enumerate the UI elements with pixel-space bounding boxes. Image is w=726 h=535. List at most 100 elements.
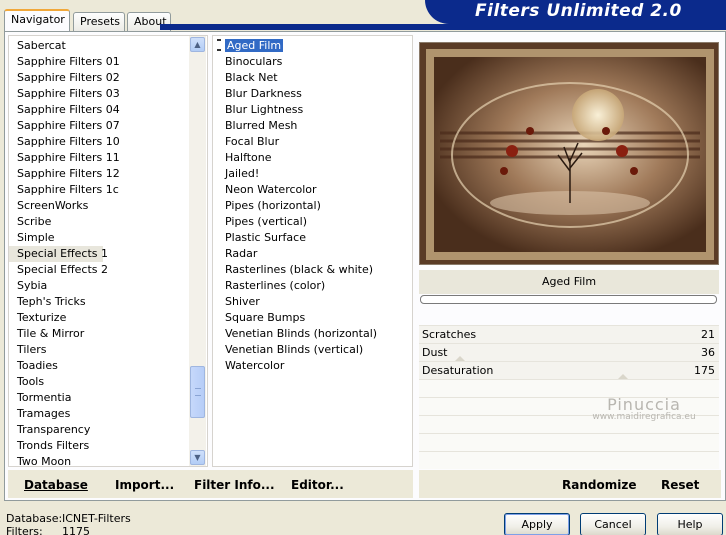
category-item[interactable]: Tile & Mirror — [9, 326, 207, 342]
category-item[interactable]: Scribe — [9, 214, 207, 230]
database-button[interactable]: Database — [24, 478, 88, 492]
category-item[interactable]: Two Moon — [9, 454, 207, 466]
filter-info-button[interactable]: Filter Info... — [194, 478, 275, 492]
editor-button[interactable]: Editor... — [291, 478, 344, 492]
filter-item[interactable]: Blur Darkness — [213, 86, 412, 102]
right-toolbar: Randomize Reset — [419, 470, 721, 498]
filter-item[interactable]: Blur Lightness — [213, 102, 412, 118]
category-item[interactable]: Sapphire Filters 07 — [9, 118, 207, 134]
database-info-value: ICNET-Filters — [62, 512, 131, 525]
help-button[interactable]: Help — [657, 513, 723, 535]
category-item[interactable]: Teph's Tricks — [9, 294, 207, 310]
category-list[interactable]: Sabercat Sapphire Filters 01 Sapphire Filt… — [8, 35, 208, 467]
filter-item[interactable]: Blurred Mesh — [213, 118, 412, 134]
scroll-down-button[interactable]: ▼ — [190, 450, 205, 465]
category-item[interactable]: Transparency — [9, 422, 207, 438]
scroll-up-button[interactable]: ▲ — [190, 37, 205, 52]
param-label: Dust — [422, 346, 448, 359]
filter-item[interactable]: Halftone — [213, 150, 412, 166]
param-empty-row — [419, 433, 719, 451]
filter-item-label: Square Bumps — [225, 311, 306, 324]
category-item[interactable]: Sapphire Filters 03 — [9, 86, 207, 102]
filter-item[interactable]: Watercolor — [213, 358, 412, 374]
category-item[interactable]: Tronds Filters — [9, 438, 207, 454]
import-label: Import... — [115, 478, 175, 492]
category-item[interactable]: Sabercat — [9, 38, 207, 54]
selection-marker-icon — [217, 39, 221, 51]
param-dust[interactable]: Dust 36 — [419, 343, 719, 362]
filter-item[interactable]: Pipes (vertical) — [213, 214, 412, 230]
filters-count-label: Filters: — [6, 525, 43, 535]
left-toolbar: Database Import... Filter Info... Editor… — [8, 470, 413, 498]
filter-item[interactable]: Radar — [213, 246, 412, 262]
database-info: Database:ICNET-Filters Filters: 1175 — [6, 512, 131, 535]
param-desaturation[interactable]: Desaturation 175 — [419, 361, 719, 380]
preview-artwork — [420, 43, 718, 264]
category-item[interactable]: Special Effects 2 — [9, 262, 207, 278]
category-item[interactable]: Sapphire Filters 10 — [9, 134, 207, 150]
category-item[interactable]: Texturize — [9, 310, 207, 326]
filter-item[interactable]: Venetian Blinds (vertical) — [213, 342, 412, 358]
param-label: Scratches — [422, 328, 477, 341]
filter-item[interactable]: Venetian Blinds (horizontal) — [213, 326, 412, 342]
tab-navigator[interactable]: Navigator — [4, 9, 70, 31]
apply-button[interactable]: Apply — [504, 513, 570, 535]
grip-icon — [195, 388, 201, 396]
category-item[interactable]: Sapphire Filters 02 — [9, 70, 207, 86]
category-item[interactable]: Tilers — [9, 342, 207, 358]
reset-button[interactable]: Reset — [661, 478, 699, 492]
scroll-thumb[interactable] — [190, 366, 205, 418]
filter-item-label: Venetian Blinds (horizontal) — [225, 327, 378, 340]
param-scratches[interactable]: Scratches 21 — [419, 325, 719, 343]
filter-item[interactable]: Focal Blur — [213, 134, 412, 150]
filter-name-label: Aged Film — [419, 270, 719, 294]
category-item[interactable]: Sapphire Filters 04 — [9, 102, 207, 118]
filter-item-label: Black Net — [225, 71, 278, 84]
filter-item[interactable]: Neon Watercolor — [213, 182, 412, 198]
category-item[interactable]: Sapphire Filters 12 — [9, 166, 207, 182]
filter-item-label: Rasterlines (black & white) — [225, 263, 374, 276]
param-empty-row — [419, 451, 719, 469]
filter-item-label: Watercolor — [225, 359, 285, 372]
category-item[interactable]: Simple — [9, 230, 207, 246]
filter-item[interactable]: Binoculars — [213, 54, 412, 70]
import-button[interactable]: Import... — [115, 478, 174, 492]
filter-item-label: Binoculars — [225, 55, 283, 68]
filter-item[interactable]: Jailed! — [213, 166, 412, 182]
reset-label: Reset — [661, 478, 700, 492]
app-banner: Filters Unlimited 2.0 — [425, 0, 726, 24]
filter-item[interactable]: Plastic Surface — [213, 230, 412, 246]
randomize-label: Randomize — [562, 478, 637, 492]
category-item[interactable]: Sapphire Filters 01 — [9, 54, 207, 70]
category-item[interactable]: Special Effects 1 — [9, 246, 108, 262]
tab-presets[interactable]: Presets — [73, 12, 125, 31]
param-value: 21 — [701, 328, 715, 341]
filter-item[interactable]: Black Net — [213, 70, 412, 86]
watermark-site: www.maidiregrafica.eu — [592, 412, 696, 422]
category-item[interactable]: Toadies — [9, 358, 207, 374]
category-item[interactable]: Sybia — [9, 278, 207, 294]
filter-info-label: Filter Info... — [194, 478, 275, 492]
filter-list[interactable]: Aged Film Binoculars Black Net Blur Darknes… — [212, 35, 413, 467]
filter-item[interactable]: Pipes (horizontal) — [213, 198, 412, 214]
category-item[interactable]: Tramages — [9, 406, 207, 422]
progress-bar — [420, 295, 717, 304]
filters-count-value: 1175 — [62, 525, 90, 535]
category-item[interactable]: ScreenWorks — [9, 198, 207, 214]
cancel-button[interactable]: Cancel — [580, 513, 646, 535]
filter-item[interactable]: Aged Film — [213, 38, 412, 54]
category-scrollbar[interactable]: ▲ ▼ — [189, 36, 206, 466]
category-item[interactable]: Sapphire Filters 11 — [9, 150, 207, 166]
filter-item-label: Rasterlines (color) — [225, 279, 326, 292]
randomize-button[interactable]: Randomize — [562, 478, 636, 492]
filter-item-label: Pipes (horizontal) — [225, 199, 321, 212]
filter-item-label: Plastic Surface — [225, 231, 306, 244]
filter-item-label: Blur Darkness — [225, 87, 302, 100]
filter-item[interactable]: Square Bumps — [213, 310, 412, 326]
filter-item[interactable]: Rasterlines (color) — [213, 278, 412, 294]
category-item[interactable]: Tormentia — [9, 390, 207, 406]
filter-item[interactable]: Shiver — [213, 294, 412, 310]
category-item[interactable]: Sapphire Filters 1c — [9, 182, 207, 198]
category-item[interactable]: Tools — [9, 374, 207, 390]
filter-item[interactable]: Rasterlines (black & white) — [213, 262, 412, 278]
